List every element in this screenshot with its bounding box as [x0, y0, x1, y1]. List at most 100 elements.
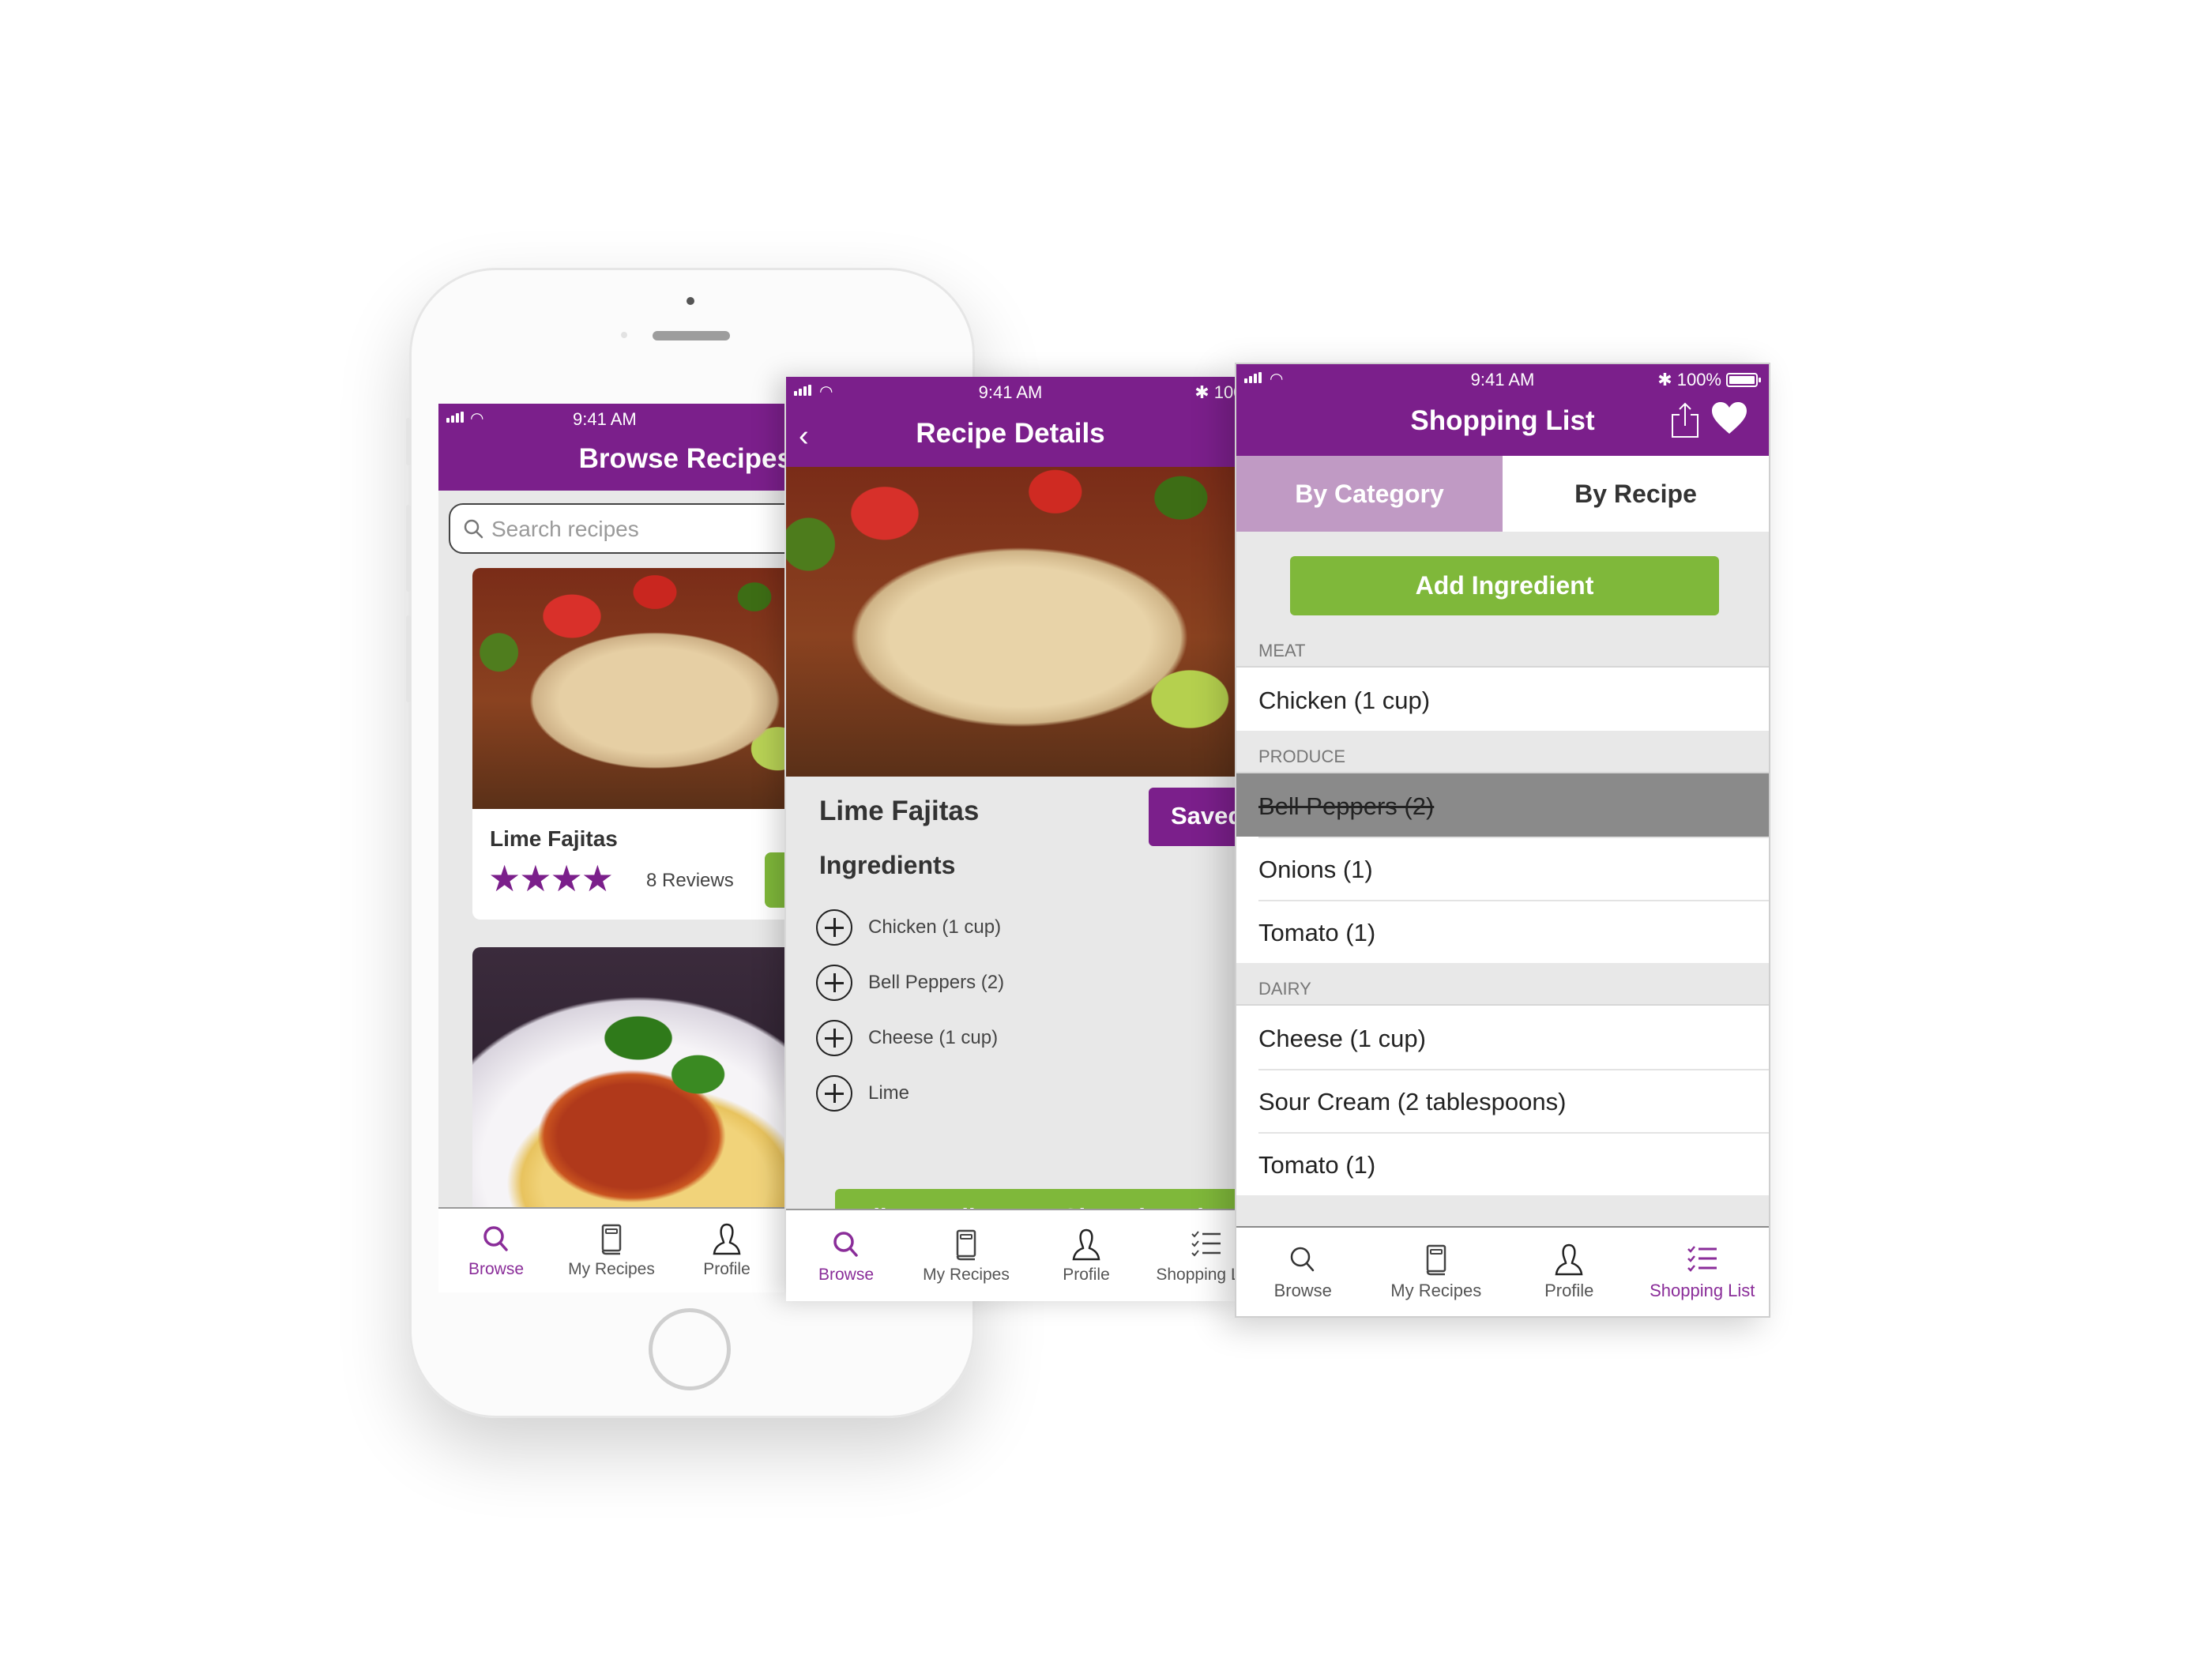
- star-icon: ★: [550, 858, 583, 899]
- ingredient-label: Bell Peppers (2): [868, 972, 1005, 993]
- shopping-list-screen: ◠ 9:41 AM ✱ 100% Shopping List By Catego…: [1235, 363, 1770, 1318]
- tab-label: Profile: [703, 1260, 750, 1278]
- tab-label: Browse: [468, 1260, 525, 1278]
- saved-button[interactable]: Saved: [1149, 788, 1235, 846]
- tab-browse[interactable]: Browse: [1236, 1228, 1370, 1316]
- book-icon: [601, 1224, 622, 1255]
- section-header: DAIRY: [1236, 963, 1769, 1006]
- list-item[interactable]: Chicken (1 cup): [1236, 668, 1769, 731]
- tab-label: Shopping List: [1156, 1265, 1235, 1284]
- ingredient-item[interactable]: Lime: [816, 1066, 1004, 1121]
- status-bar: ◠ 9:41 AM: [438, 404, 784, 432]
- recipe-hero-image: [786, 467, 1235, 777]
- nav-bar: ◠ 9:41 AM Browse Recipes: [438, 404, 784, 491]
- phone-volume-down: [406, 615, 411, 702]
- tab-shopping-list[interactable]: Shopping List: [1636, 1228, 1770, 1316]
- tab-browse[interactable]: Browse: [438, 1209, 554, 1292]
- list-item[interactable]: Tomato (1): [1236, 1132, 1769, 1195]
- person-icon: [713, 1223, 741, 1255]
- tab-my-recipes[interactable]: My Recipes: [1370, 1228, 1503, 1316]
- proximity-sensor: [621, 332, 627, 338]
- ingredient-item[interactable]: Chicken (1 cup): [816, 900, 1004, 955]
- add-circle-icon[interactable]: [816, 965, 852, 1001]
- tab-label: Browse: [818, 1265, 875, 1284]
- add-ingredient-button[interactable]: Add Ingredient: [1290, 556, 1719, 615]
- list-item[interactable]: Sour Cream (2 tablespoons): [1236, 1069, 1769, 1132]
- add-circle-icon[interactable]: [816, 1020, 852, 1056]
- heart-icon[interactable]: [1710, 401, 1748, 435]
- battery-percent: 100%: [1676, 370, 1721, 389]
- tab-profile[interactable]: Profile: [1026, 1210, 1146, 1301]
- list-item-checked[interactable]: Bell Peppers (2): [1236, 773, 1769, 837]
- recipe-details-screen: ◠ 9:41 AM ✱ 100% ‹ Recipe Details Lime F…: [786, 377, 1235, 1301]
- search-input[interactable]: Search recipes: [449, 503, 784, 554]
- ingredient-item[interactable]: Bell Peppers (2): [816, 955, 1004, 1010]
- star-icon: ★: [519, 858, 552, 899]
- search-icon: [483, 1226, 508, 1251]
- tab-label: Browse: [1273, 1281, 1332, 1300]
- recipe-name: Lime Fajitas: [819, 796, 980, 826]
- add-recipe-button[interactable]: [765, 852, 784, 908]
- section-header: MEAT: [1236, 625, 1769, 668]
- battery-percent: 100%: [1213, 382, 1235, 402]
- status-bar: ◠ 9:41 AM ✱ 100%: [1236, 364, 1769, 393]
- ingredient-label: Cheese (1 cup): [868, 1027, 999, 1048]
- search-icon: [464, 519, 483, 539]
- tab-label: Profile: [1544, 1281, 1594, 1300]
- tab-profile[interactable]: Profile: [669, 1209, 784, 1292]
- list-item[interactable]: Tomato (1): [1236, 900, 1769, 963]
- shopping-list: MEAT Chicken (1 cup) PRODUCE Bell Pepper…: [1236, 625, 1769, 1225]
- battery-icon: [1726, 373, 1761, 387]
- checklist-icon: [1687, 1246, 1717, 1272]
- tab-label: Profile: [1063, 1265, 1110, 1284]
- tab-shopping-list[interactable]: Shopping List: [1146, 1210, 1235, 1301]
- tab-bar: Browse My Recipes Profile Shopping List: [786, 1209, 1235, 1301]
- browse-recipes-screen: ◠ 9:41 AM Browse Recipes Search recipes …: [438, 404, 784, 1292]
- recipe-card[interactable]: Lime Fajitas ★ ★ ★ ★ 8 Reviews: [472, 568, 784, 920]
- list-item[interactable]: Onions (1): [1236, 837, 1769, 900]
- star-icon: ★: [581, 858, 614, 899]
- nav-bar: ◠ 9:41 AM ✱ 100% ‹ Recipe Details: [786, 377, 1235, 467]
- ingredient-label: Lime: [868, 1082, 910, 1104]
- list-footer: [1236, 1195, 1769, 1225]
- recipe-card-title: Lime Fajitas: [490, 826, 618, 851]
- person-icon: [1072, 1228, 1100, 1260]
- review-count: 8 Reviews: [646, 870, 734, 891]
- star-icon: ★: [488, 858, 521, 899]
- tab-profile[interactable]: Profile: [1503, 1228, 1636, 1316]
- ingredient-item[interactable]: Cheese (1 cup): [816, 1010, 1004, 1066]
- nav-bar: ◠ 9:41 AM ✱ 100% Shopping List: [1236, 364, 1769, 456]
- page-title: Recipe Details: [916, 418, 1105, 449]
- person-icon: [1555, 1243, 1583, 1276]
- phone-mute-switch: [406, 418, 411, 465]
- signal-icon: [446, 412, 464, 423]
- segmented-control: By Category By Recipe: [1236, 456, 1769, 532]
- tab-my-recipes[interactable]: My Recipes: [906, 1210, 1026, 1301]
- share-icon[interactable]: [1669, 402, 1701, 438]
- list-item[interactable]: Cheese (1 cup): [1236, 1006, 1769, 1069]
- phone-volume-up: [406, 505, 411, 592]
- ingredients-heading: Ingredients: [819, 851, 956, 879]
- page-title: Browse Recipes: [578, 443, 784, 474]
- tab-bar: Browse My Recipes Profile Shopping List: [1236, 1226, 1769, 1316]
- star-rating: ★ ★ ★ ★: [488, 858, 614, 899]
- segment-by-category[interactable]: By Category: [1236, 456, 1503, 532]
- status-right: ✱ 100%: [1194, 382, 1235, 403]
- home-button[interactable]: [649, 1308, 731, 1390]
- tab-my-recipes[interactable]: My Recipes: [554, 1209, 669, 1292]
- bluetooth-icon: ✱: [1194, 382, 1209, 402]
- tab-label: My Recipes: [568, 1260, 655, 1278]
- tab-browse[interactable]: Browse: [786, 1210, 906, 1301]
- recipe-image: [472, 568, 784, 809]
- add-circle-icon[interactable]: [816, 909, 852, 946]
- tab-bar: Browse My Recipes Profile: [438, 1207, 784, 1292]
- book-icon: [956, 1229, 976, 1260]
- section-header: PRODUCE: [1236, 731, 1769, 773]
- ingredient-label: Chicken (1 cup): [868, 916, 1002, 938]
- tab-label: Shopping List: [1650, 1281, 1755, 1300]
- segment-by-recipe[interactable]: By Recipe: [1503, 456, 1769, 532]
- book-icon: [1426, 1244, 1446, 1276]
- status-bar: ◠ 9:41 AM ✱ 100%: [786, 377, 1235, 405]
- earpiece-speaker: [653, 331, 730, 340]
- add-circle-icon[interactable]: [816, 1075, 852, 1112]
